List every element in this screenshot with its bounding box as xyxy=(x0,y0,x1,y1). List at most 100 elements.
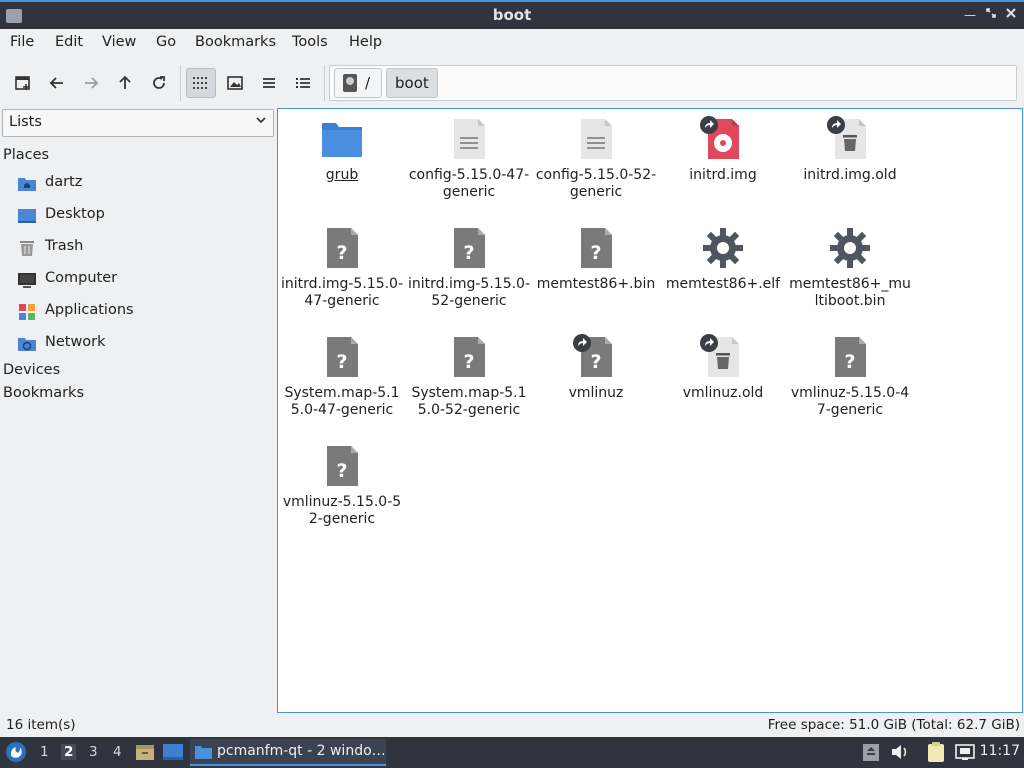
place-trash[interactable]: Trash xyxy=(0,233,276,263)
folder-view[interactable]: grub config-5.15.0-47-generic config-5.1… xyxy=(277,108,1023,713)
svg-text:?: ? xyxy=(336,242,347,264)
broken-link-icon xyxy=(699,333,747,381)
executable-gear-icon xyxy=(699,224,747,272)
svg-text:?: ? xyxy=(336,351,347,373)
volume-icon[interactable] xyxy=(890,743,910,761)
clock[interactable]: 11:17 xyxy=(980,743,1020,759)
svg-text:?: ? xyxy=(844,351,855,373)
file-item-config-52[interactable]: config-5.15.0-52-generic xyxy=(534,115,658,201)
file-item-memtest-bin[interactable]: ? memtest86+.bin xyxy=(534,224,658,293)
svg-text:?: ? xyxy=(336,460,347,482)
file-item-memtest-elf[interactable]: memtest86+.elf xyxy=(661,224,785,293)
place-applications[interactable]: Applications xyxy=(0,297,276,327)
detailed-list-view-icon[interactable] xyxy=(288,68,318,98)
path-bar[interactable]: / boot xyxy=(329,65,1017,101)
file-item-initrd-img[interactable]: initrd.img xyxy=(661,115,785,184)
file-item-systemmap-47[interactable]: ? System.map-5.15.0-47-generic xyxy=(280,333,404,419)
places-heading[interactable]: Places xyxy=(3,147,49,163)
drive-icon xyxy=(343,74,357,92)
icon-view-icon[interactable] xyxy=(186,68,216,98)
removable-device-icon[interactable] xyxy=(862,742,880,762)
file-item-initrd-img-old[interactable]: initrd.img.old xyxy=(788,115,912,184)
forward-icon[interactable] xyxy=(76,68,106,98)
file-name: grub xyxy=(325,167,359,183)
symlink-badge-icon xyxy=(826,115,846,139)
computer-icon xyxy=(17,270,37,290)
path-current-label: boot xyxy=(395,74,429,92)
item-count: 16 item(s) xyxy=(6,717,76,733)
place-label: dartz xyxy=(45,174,83,190)
unknown-file-icon: ? xyxy=(572,333,620,381)
window-title: boot xyxy=(492,6,532,24)
home-folder-icon xyxy=(17,174,37,194)
place-label: Trash xyxy=(45,238,84,254)
unknown-file-icon: ? xyxy=(572,224,620,272)
file-item-vmlinuz-52[interactable]: ? vmlinuz-5.15.0-52-generic xyxy=(280,442,404,528)
workspace-3[interactable]: 3 xyxy=(89,744,98,760)
symlink-badge-icon xyxy=(699,115,719,139)
workspace-4[interactable]: 4 xyxy=(113,744,122,760)
text-file-icon xyxy=(572,115,620,163)
devices-heading[interactable]: Devices xyxy=(3,362,60,378)
menu-file[interactable]: File xyxy=(10,34,34,50)
menu-view[interactable]: View xyxy=(102,34,136,50)
file-name: System.map-5.15.0-52-generic xyxy=(411,385,527,418)
menu-tools[interactable]: Tools xyxy=(292,34,328,50)
free-space: Free space: 51.0 GiB (Total: 62.7 GiB) xyxy=(767,717,1020,733)
toolbar-separator xyxy=(180,65,181,101)
toolbar: / boot xyxy=(0,57,1024,107)
file-item-config-47[interactable]: config-5.15.0-47-generic xyxy=(407,115,531,201)
path-root-button[interactable]: / xyxy=(334,68,382,98)
show-desktop-icon[interactable] xyxy=(162,743,184,761)
file-item-grub[interactable]: grub xyxy=(280,115,404,184)
menu-help[interactable]: Help xyxy=(349,34,382,50)
start-menu-icon[interactable] xyxy=(5,741,27,763)
place-network[interactable]: Network xyxy=(0,329,276,359)
trash-icon xyxy=(17,238,37,258)
place-dartz[interactable]: dartz xyxy=(0,169,276,199)
minimize-button[interactable]: — xyxy=(962,7,978,23)
file-item-vmlinuz-47[interactable]: ? vmlinuz-5.15.0-47-generic xyxy=(788,333,912,419)
file-name: vmlinuz-5.15.0-52-generic xyxy=(282,494,402,527)
svg-text:?: ? xyxy=(590,351,601,373)
new-tab-icon[interactable] xyxy=(8,68,38,98)
unknown-file-icon: ? xyxy=(445,333,493,381)
path-root-label: / xyxy=(365,74,371,92)
file-name: System.map-5.15.0-47-generic xyxy=(284,385,400,418)
path-current-button[interactable]: boot xyxy=(386,68,438,98)
side-pane-mode-select[interactable]: Lists xyxy=(2,109,274,137)
file-name: initrd.img-5.15.0-47-generic xyxy=(280,276,404,309)
file-item-systemmap-52[interactable]: ? System.map-5.15.0-52-generic xyxy=(407,333,531,419)
file-item-initrd-52[interactable]: ? initrd.img-5.15.0-52-generic xyxy=(407,224,531,310)
window-titlebar[interactable]: boot — xyxy=(0,0,1024,29)
file-item-memtest-multiboot[interactable]: memtest86+_multiboot.bin xyxy=(788,224,912,310)
workspace-2[interactable]: 2 xyxy=(61,744,77,760)
file-item-vmlinuz-old[interactable]: vmlinuz.old xyxy=(661,333,785,402)
workspace-1[interactable]: 1 xyxy=(40,744,49,760)
file-manager-launcher-icon[interactable] xyxy=(135,742,155,762)
thumbnail-view-icon[interactable] xyxy=(220,68,250,98)
file-item-initrd-47[interactable]: ? initrd.img-5.15.0-47-generic xyxy=(280,224,404,310)
place-computer[interactable]: Computer xyxy=(0,265,276,295)
up-icon[interactable] xyxy=(110,68,140,98)
unknown-file-icon: ? xyxy=(826,333,874,381)
maximize-button[interactable] xyxy=(983,7,999,23)
taskbar-window-button[interactable]: pcmanfm-qt - 2 windo… xyxy=(190,739,386,766)
clipboard-icon[interactable] xyxy=(926,741,946,763)
network-status-icon[interactable] xyxy=(954,742,976,762)
desktop-icon xyxy=(17,206,37,226)
close-button[interactable] xyxy=(1003,7,1019,23)
taskbar-window-title: pcmanfm-qt - 2 windo… xyxy=(217,743,386,759)
menu-go[interactable]: Go xyxy=(156,34,176,50)
unknown-file-icon: ? xyxy=(318,333,366,381)
svg-text:?: ? xyxy=(590,242,601,264)
menu-bookmarks[interactable]: Bookmarks xyxy=(195,34,276,50)
bookmarks-heading[interactable]: Bookmarks xyxy=(3,385,84,401)
menu-edit[interactable]: Edit xyxy=(55,34,83,50)
file-item-vmlinuz[interactable]: ? vmlinuz xyxy=(534,333,658,402)
reload-icon[interactable] xyxy=(144,68,174,98)
place-desktop[interactable]: Desktop xyxy=(0,201,276,231)
compact-view-icon[interactable] xyxy=(254,68,284,98)
symlink-badge-icon xyxy=(699,333,719,357)
back-icon[interactable] xyxy=(42,68,72,98)
